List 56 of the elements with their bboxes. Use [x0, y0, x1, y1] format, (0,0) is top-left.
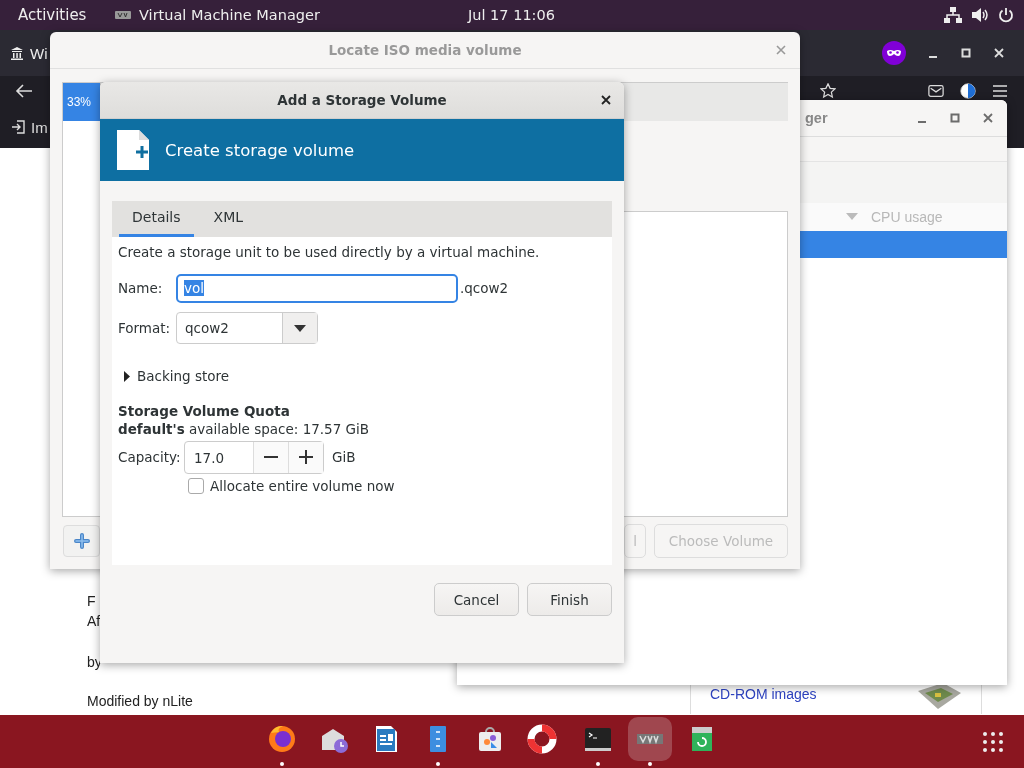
- close-icon[interactable]: [601, 95, 611, 105]
- add-pool-button[interactable]: [63, 525, 100, 557]
- tab[interactable]: Details: [119, 201, 194, 237]
- plus-icon: [73, 533, 90, 549]
- extension-text: .qcow2: [460, 280, 509, 296]
- unit-text: GiB: [332, 449, 356, 465]
- power-icon[interactable]: [998, 7, 1014, 23]
- clock[interactable]: Jul 17 11:06: [468, 7, 555, 23]
- browser-icon[interactable]: [267, 724, 297, 754]
- checkbox-label[interactable]: Allocate entire volume now: [210, 478, 395, 494]
- backing-store-expander[interactable]: Backing store: [124, 366, 606, 386]
- back-arrow-icon[interactable]: [15, 83, 33, 99]
- tab[interactable]: XML: [200, 201, 257, 237]
- expander-arrow-icon: [124, 370, 130, 382]
- quota-text: default's available space: 17.57 GiB: [118, 421, 371, 437]
- new-document-icon: [117, 130, 149, 170]
- finish-button[interactable]: Finish: [527, 583, 612, 616]
- bookmark-item[interactable]: Im: [11, 118, 48, 136]
- machine-icon: [115, 10, 131, 20]
- mail-icon[interactable]: [928, 83, 944, 99]
- sort-arrow-icon: [846, 213, 858, 221]
- import-icon: [11, 120, 25, 134]
- app-menu[interactable]: Virtual Machine Manager: [139, 7, 320, 23]
- page-text: Modified by nLite: [87, 693, 193, 709]
- browser-tab[interactable]: Wi: [10, 37, 48, 69]
- cancel-button[interactable]: Cancel: [434, 583, 519, 616]
- dialog-title: Add a Storage Volume: [277, 92, 447, 108]
- description-text: Create a storage unit to be used directly by a virtual machine.: [118, 244, 541, 262]
- activities-button[interactable]: Activities: [18, 6, 115, 24]
- app-grid-icon[interactable]: [982, 730, 1004, 753]
- selected-text: vol: [184, 280, 204, 296]
- volume-icon[interactable]: [971, 7, 989, 23]
- app-highlight[interactable]: [628, 717, 672, 761]
- window-title: ger: [805, 110, 828, 126]
- section-heading: Storage Volume Quota: [118, 403, 291, 419]
- checkbox[interactable]: [188, 478, 204, 494]
- maximize-icon[interactable]: [949, 112, 961, 124]
- network-icon[interactable]: [944, 7, 962, 23]
- tab-title: Wi: [30, 44, 48, 62]
- format-dropdown[interactable]: qcow2: [176, 312, 318, 344]
- name-field[interactable]: vol: [176, 273, 458, 303]
- dropdown-arrow-icon: [294, 324, 306, 332]
- mask-icon[interactable]: [882, 41, 906, 65]
- page-link[interactable]: CD-ROM images: [710, 686, 817, 702]
- star-icon[interactable]: [820, 83, 836, 99]
- field-label: Format:: [118, 320, 172, 336]
- pool-usage[interactable]: 33%: [63, 83, 100, 121]
- page-text: Af: [87, 613, 101, 629]
- page-text: F: [87, 593, 96, 609]
- dialog-title: Locate ISO media volume: [328, 42, 522, 58]
- menu-icon[interactable]: [992, 83, 1008, 99]
- field-label: Name:: [118, 280, 164, 296]
- header-title: Create storage volume: [165, 140, 355, 160]
- lifebuoy-icon[interactable]: [527, 724, 557, 754]
- building-icon: [10, 46, 24, 60]
- account-icon[interactable]: [960, 83, 976, 99]
